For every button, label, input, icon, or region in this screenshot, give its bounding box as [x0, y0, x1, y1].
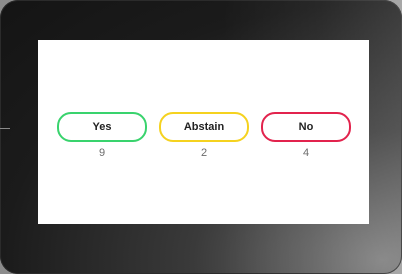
no-button[interactable]: No	[261, 112, 351, 142]
yes-button[interactable]: Yes	[57, 112, 147, 142]
no-count: 4	[302, 147, 310, 159]
background-edge-line	[0, 128, 10, 129]
voting-screen: Yes 9 Abstain 2 No 4	[38, 40, 369, 224]
option-abstain: Abstain 2	[159, 112, 249, 162]
abstain-count: 2	[200, 147, 208, 159]
tablet-device: Yes 9 Abstain 2 No 4	[0, 0, 402, 274]
abstain-button[interactable]: Abstain	[159, 112, 249, 142]
yes-count: 9	[98, 147, 106, 159]
vote-options: Yes 9 Abstain 2 No 4	[38, 112, 369, 162]
option-no: No 4	[261, 112, 351, 162]
option-yes: Yes 9	[57, 112, 147, 162]
